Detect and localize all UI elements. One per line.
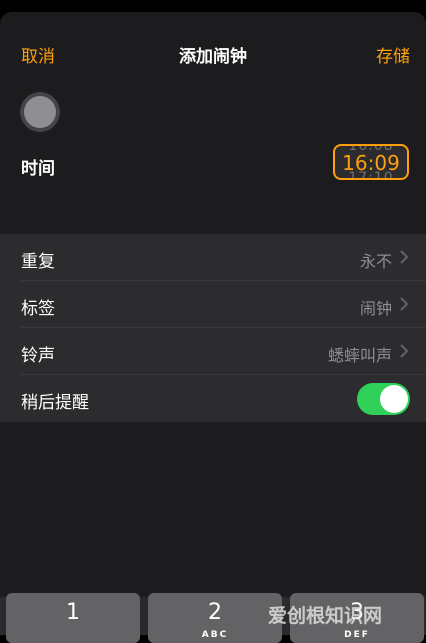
- label-label: 标签: [21, 299, 55, 319]
- key-1[interactable]: 1: [6, 593, 140, 643]
- snooze-label: 稍后提醒: [21, 393, 89, 413]
- chevron-right-icon: [400, 250, 409, 264]
- watermark: 爱创根知识网: [268, 605, 383, 627]
- repeat-row[interactable]: 重复 永不: [0, 234, 426, 281]
- key-2-digit: 2: [208, 600, 222, 625]
- sound-label: 铃声: [21, 346, 55, 366]
- time-label: 时间: [21, 159, 55, 179]
- time-picker[interactable]: 16:08 16:09 17:10: [333, 144, 409, 180]
- repeat-value: 永不: [359, 252, 392, 271]
- key-1-digit: 1: [66, 600, 80, 625]
- add-alarm-sheet: 取消 添加闹钟 存储 时间 16:08 16:09 17:10 重复 永不 标签…: [0, 12, 426, 635]
- key-2-letters: ABC: [201, 630, 229, 640]
- toggle-knob: [380, 385, 408, 413]
- navigation-bar: 取消 添加闹钟 存储: [0, 12, 426, 84]
- repeat-label: 重复: [21, 252, 55, 272]
- key-2[interactable]: 2 ABC: [148, 593, 282, 643]
- key-3-letters: DEF: [344, 630, 370, 640]
- sound-value: 蟋蟀叫声: [327, 346, 392, 365]
- snooze-row: 稍后提醒: [0, 375, 426, 422]
- touch-indicator-icon: [24, 96, 56, 128]
- label-row[interactable]: 标签 闹钟: [0, 281, 426, 328]
- sound-row[interactable]: 铃声 蟋蟀叫声: [0, 328, 426, 375]
- label-value: 闹钟: [359, 299, 392, 318]
- chevron-right-icon: [400, 297, 409, 311]
- snooze-toggle[interactable]: [357, 383, 410, 415]
- save-button[interactable]: 存储: [376, 42, 410, 67]
- time-picker-next: 17:10: [348, 170, 394, 180]
- chevron-right-icon: [400, 344, 409, 358]
- alarm-settings-list: 重复 永不 标签 闹钟 铃声 蟋蟀叫声 稍后提醒: [0, 234, 426, 422]
- page-title: 添加闹钟: [179, 47, 247, 67]
